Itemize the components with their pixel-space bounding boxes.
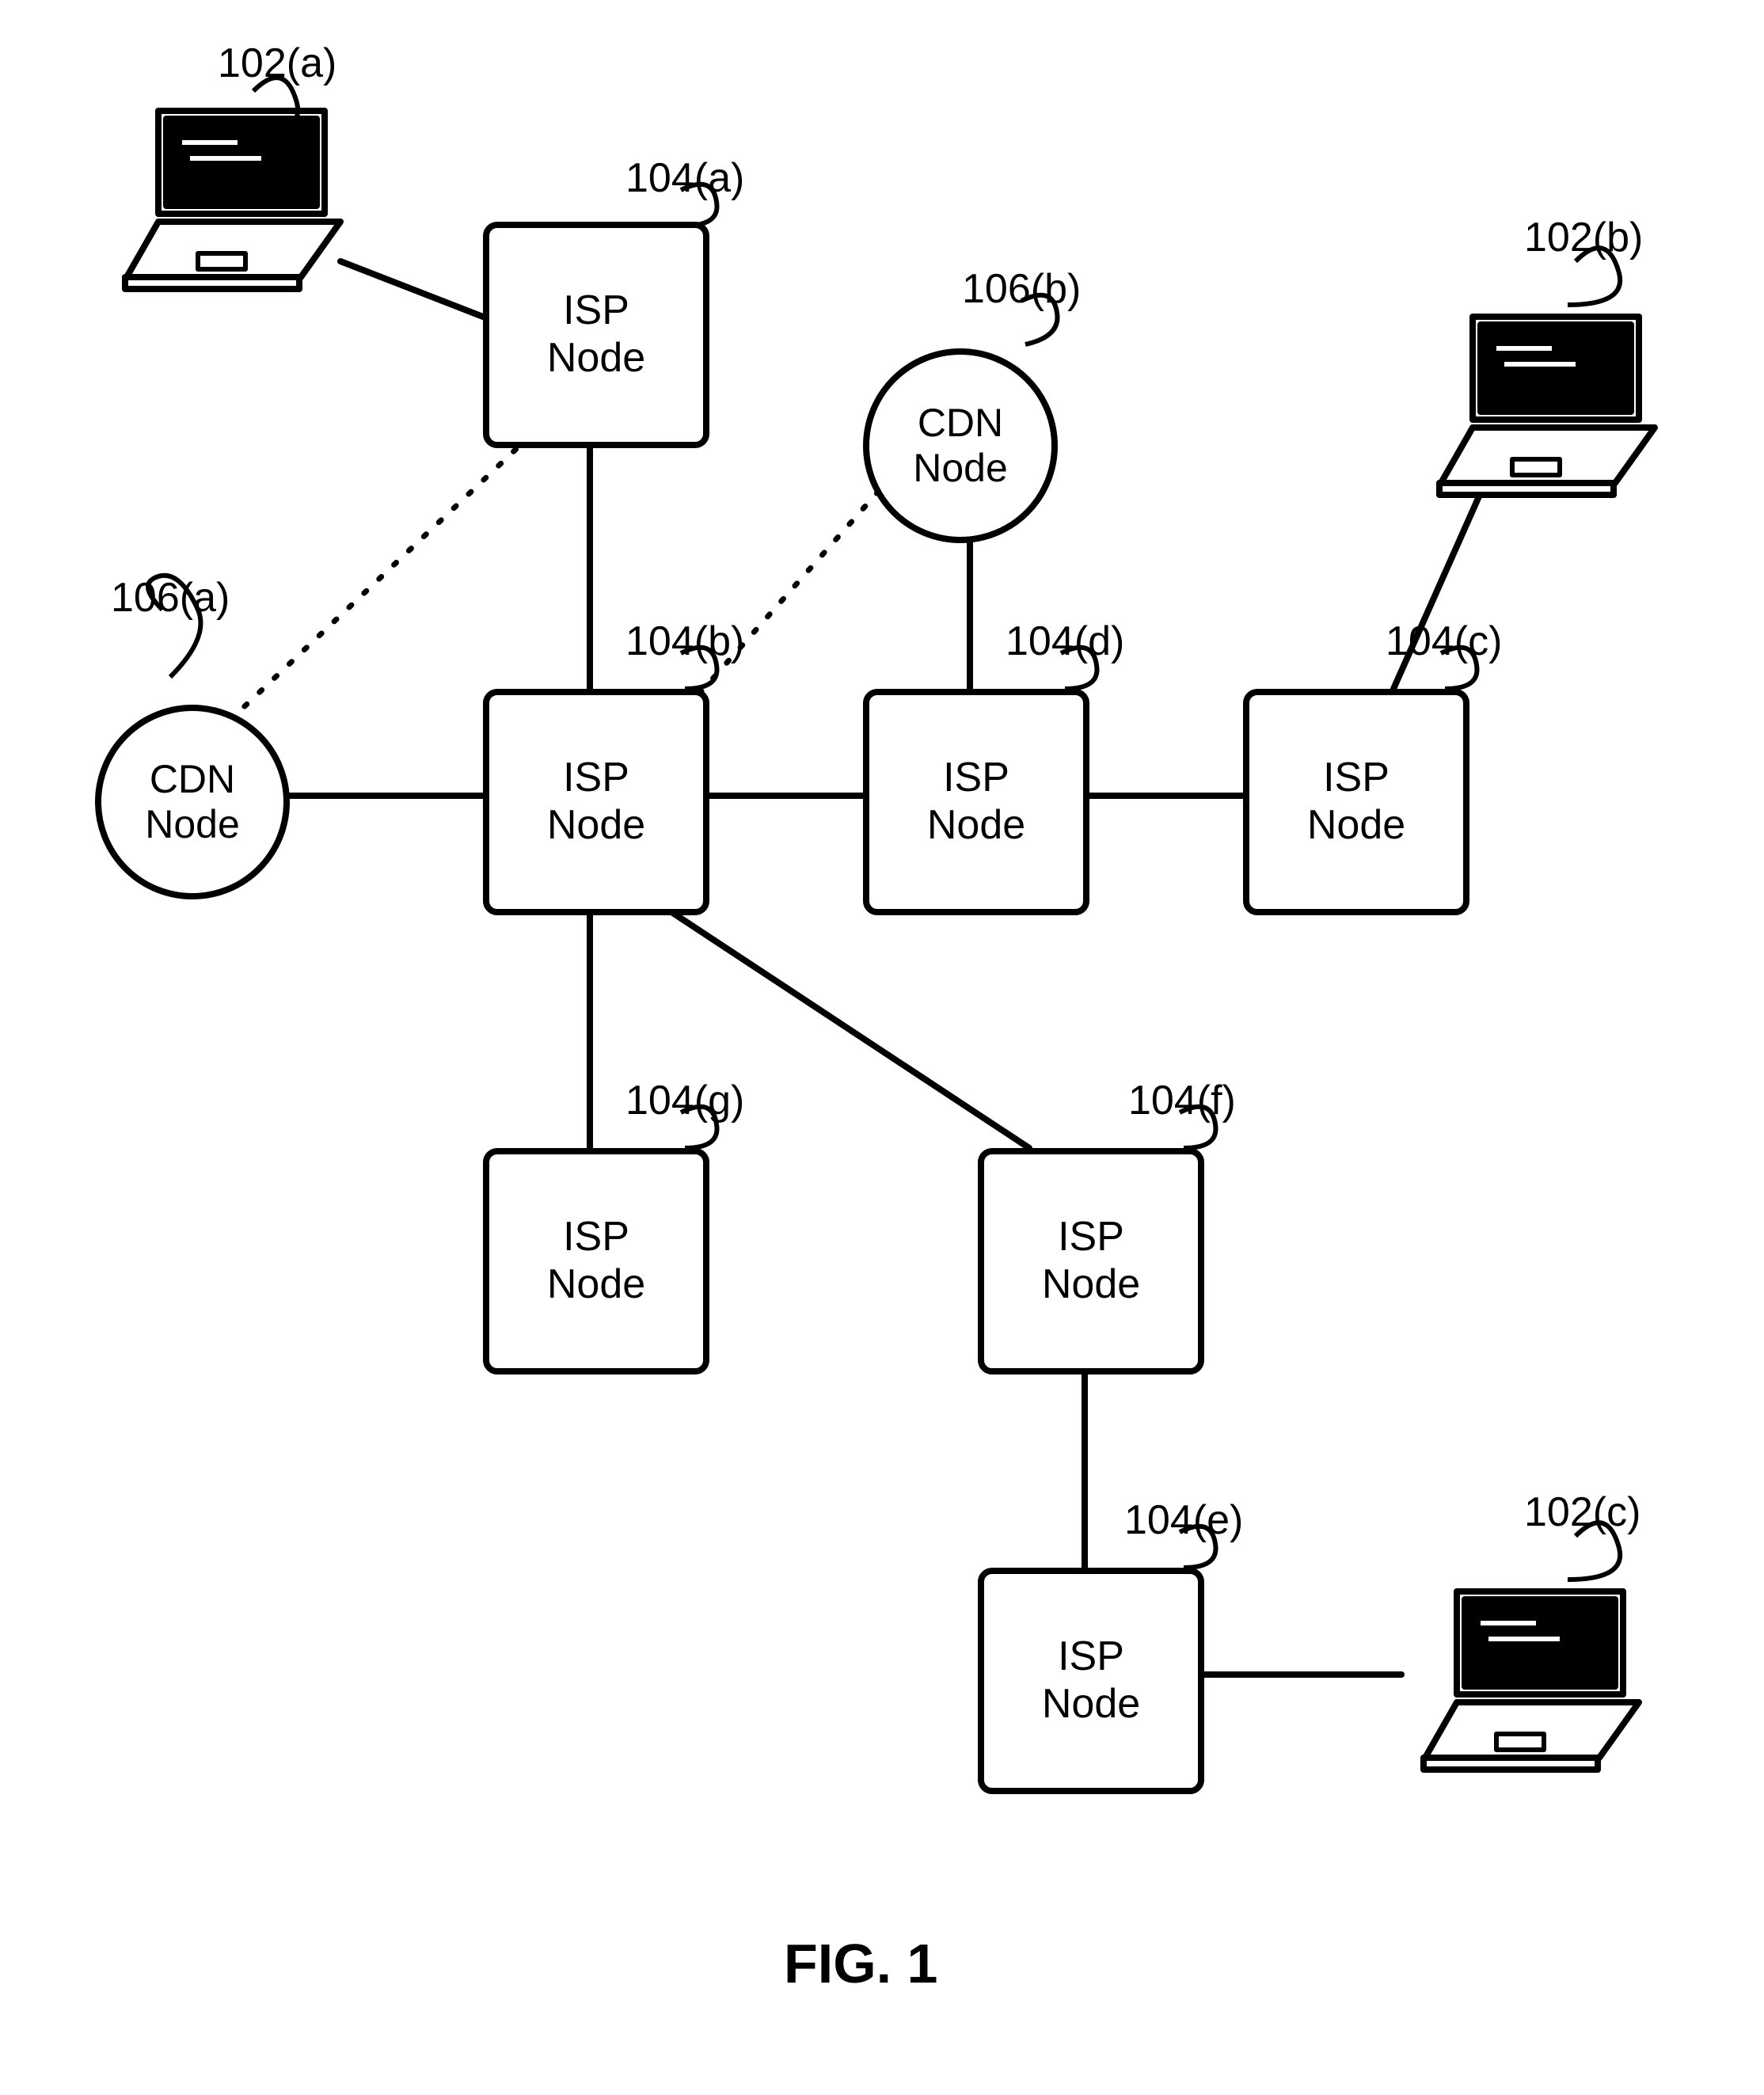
- node-label: ISP Node: [1042, 1214, 1140, 1309]
- ref-label-102c: 102(c): [1524, 1489, 1640, 1536]
- laptop-icon: [103, 95, 356, 301]
- ref-label-106a: 106(a): [111, 574, 230, 622]
- isp-node-c: ISP Node: [1243, 689, 1469, 915]
- node-label: CDN Node: [145, 757, 240, 848]
- cdn-node-b: CDN Node: [863, 348, 1058, 543]
- ref-label-104b: 104(b): [625, 618, 744, 665]
- ref-label-102a: 102(a): [218, 40, 336, 87]
- ref-label-104f: 104(f): [1128, 1077, 1236, 1124]
- figure-caption: FIG. 1: [784, 1932, 937, 1995]
- isp-node-a: ISP Node: [483, 222, 709, 448]
- isp-node-e: ISP Node: [978, 1568, 1204, 1794]
- node-label: ISP Node: [547, 1214, 645, 1309]
- ref-label-104c: 104(c): [1386, 618, 1502, 665]
- laptop-icon: [1417, 301, 1671, 507]
- node-label: ISP Node: [1042, 1633, 1140, 1728]
- ref-label-106b: 106(b): [962, 265, 1081, 313]
- isp-node-b: ISP Node: [483, 689, 709, 915]
- node-label: ISP Node: [547, 755, 645, 850]
- ref-label-102b: 102(b): [1524, 214, 1643, 261]
- ref-label-104a: 104(a): [625, 154, 744, 202]
- laptop-icon: [1401, 1576, 1655, 1781]
- ref-label-104e: 104(e): [1124, 1496, 1243, 1544]
- ref-label-104g: 104(g): [625, 1077, 744, 1124]
- node-label: ISP Node: [1307, 755, 1405, 850]
- diagram-stage: ISP Node ISP Node ISP Node ISP Node ISP …: [0, 0, 1764, 2095]
- isp-node-f: ISP Node: [978, 1148, 1204, 1374]
- isp-node-g: ISP Node: [483, 1148, 709, 1374]
- node-label: ISP Node: [547, 287, 645, 382]
- node-label: CDN Node: [913, 401, 1008, 492]
- node-label: ISP Node: [927, 755, 1025, 850]
- isp-node-d: ISP Node: [863, 689, 1089, 915]
- ref-label-104d: 104(d): [1006, 618, 1124, 665]
- cdn-node-a: CDN Node: [95, 705, 290, 899]
